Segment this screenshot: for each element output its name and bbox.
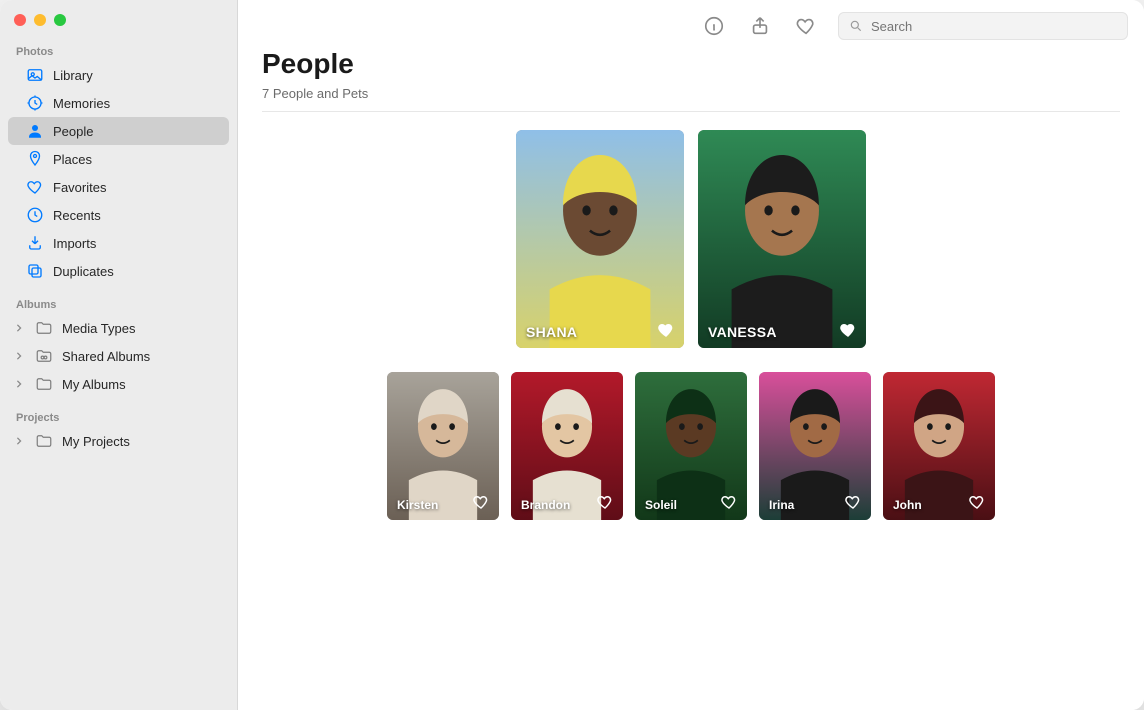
person-card[interactable]: John	[883, 372, 995, 520]
person-card[interactable]: Kirsten	[387, 372, 499, 520]
person-name: John	[893, 498, 922, 512]
library-icon	[26, 66, 44, 84]
chevron-right-icon	[14, 324, 24, 332]
person-name: Soleil	[645, 498, 677, 512]
duplicates-icon	[26, 262, 44, 280]
sidebar-item-label: My Projects	[62, 434, 130, 449]
person-card[interactable]: VANESSA	[698, 130, 866, 348]
folder-icon	[35, 319, 53, 337]
sidebar-item-label: People	[53, 124, 93, 139]
toolbar	[238, 0, 1144, 52]
sidebar-item-label: Recents	[53, 208, 101, 223]
chevron-right-icon	[14, 352, 24, 360]
sidebar-item-label: Shared Albums	[62, 349, 150, 364]
page-subtitle: 7 People and Pets	[262, 80, 1120, 112]
person-name: Irina	[769, 498, 794, 512]
sidebar-section-photos-title: Photos	[0, 42, 237, 61]
folder-icon	[35, 432, 53, 450]
favorite-heart-icon[interactable]	[656, 320, 676, 340]
search-box[interactable]	[838, 12, 1128, 40]
favorites-icon	[26, 178, 44, 196]
sidebar-item-my-projects[interactable]: My Projects	[0, 427, 237, 455]
chevron-right-icon	[14, 380, 24, 388]
favorite-button[interactable]	[792, 12, 820, 40]
window-controls	[0, 10, 237, 42]
info-button[interactable]	[700, 12, 728, 40]
memories-icon	[26, 94, 44, 112]
sidebar-item-favorites[interactable]: Favorites	[0, 173, 237, 201]
person-card[interactable]: Irina	[759, 372, 871, 520]
sidebar-item-memories[interactable]: Memories	[0, 89, 237, 117]
sidebar-item-media-types[interactable]: Media Types	[0, 314, 237, 342]
minimize-window-button[interactable]	[34, 14, 46, 26]
person-name: Brandon	[521, 498, 570, 512]
sidebar-item-library[interactable]: Library	[0, 61, 237, 89]
chevron-right-icon	[14, 437, 24, 445]
sidebar-item-label: Places	[53, 152, 92, 167]
sidebar-item-my-albums[interactable]: My Albums	[0, 370, 237, 398]
favorite-heart-icon[interactable]	[838, 320, 858, 340]
folder-icon	[35, 375, 53, 393]
favorite-heart-icon[interactable]	[967, 492, 987, 512]
sidebar-item-label: Library	[53, 68, 93, 83]
close-window-button[interactable]	[14, 14, 26, 26]
sidebar-item-label: Imports	[53, 236, 96, 251]
person-name: Kirsten	[397, 498, 438, 512]
person-name: VANESSA	[708, 324, 777, 340]
sidebar-item-places[interactable]: Places	[0, 145, 237, 173]
app-window: Photos Library Memories People Places	[0, 0, 1144, 710]
favorites-row: SHANA VANESSA	[262, 130, 1120, 348]
recents-icon	[26, 206, 44, 224]
shared-folder-icon	[35, 347, 53, 365]
people-row: Kirsten Brandon Soleil	[262, 372, 1120, 520]
main-content: People 7 People and Pets SHANA	[238, 0, 1144, 710]
sidebar-item-label: Duplicates	[53, 264, 114, 279]
share-button[interactable]	[746, 12, 774, 40]
people-icon	[26, 122, 44, 140]
sidebar-item-shared-albums[interactable]: Shared Albums	[0, 342, 237, 370]
favorite-heart-icon[interactable]	[471, 492, 491, 512]
person-card[interactable]: Brandon	[511, 372, 623, 520]
search-icon	[847, 17, 865, 35]
sidebar-item-label: My Albums	[62, 377, 126, 392]
imports-icon	[26, 234, 44, 252]
person-name: SHANA	[526, 324, 577, 340]
sidebar-item-label: Memories	[53, 96, 110, 111]
sidebar-item-duplicates[interactable]: Duplicates	[0, 257, 237, 285]
sidebar-item-label: Favorites	[53, 180, 106, 195]
person-card[interactable]: SHANA	[516, 130, 684, 348]
sidebar-section-albums-title: Albums	[0, 295, 237, 314]
places-icon	[26, 150, 44, 168]
sidebar: Photos Library Memories People Places	[0, 0, 238, 710]
sidebar-item-recents[interactable]: Recents	[0, 201, 237, 229]
sidebar-item-imports[interactable]: Imports	[0, 229, 237, 257]
sidebar-item-people[interactable]: People	[8, 117, 229, 145]
favorite-heart-icon[interactable]	[719, 492, 739, 512]
content-area: People 7 People and Pets SHANA	[238, 52, 1144, 544]
sidebar-item-label: Media Types	[62, 321, 135, 336]
person-card[interactable]: Soleil	[635, 372, 747, 520]
sidebar-section-projects-title: Projects	[0, 408, 237, 427]
fullscreen-window-button[interactable]	[54, 14, 66, 26]
favorite-heart-icon[interactable]	[843, 492, 863, 512]
favorite-heart-icon[interactable]	[595, 492, 615, 512]
page-title: People	[262, 52, 1120, 80]
search-input[interactable]	[871, 19, 1119, 34]
